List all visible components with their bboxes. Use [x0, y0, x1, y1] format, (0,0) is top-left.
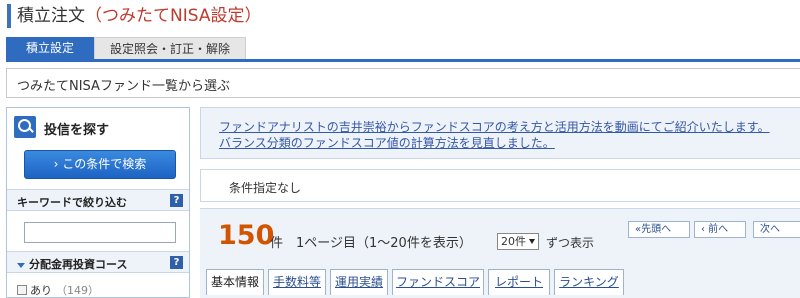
- result-count-unit: 件: [270, 236, 284, 251]
- keyword-section: キーワードで絞り込む ?: [7, 189, 189, 211]
- search-icon: [14, 116, 36, 138]
- prev-page-button[interactable]: ‹ 前へ: [694, 221, 746, 238]
- keyword-section-title: キーワードで絞り込む: [17, 196, 127, 209]
- help-icon[interactable]: ?: [170, 194, 183, 207]
- per-page-suffix: ずつ表示: [546, 236, 595, 250]
- search-with-conditions-button[interactable]: › この条件で検索: [24, 150, 176, 179]
- result-count: 150: [218, 220, 275, 251]
- tab-basic-info[interactable]: 基本情報: [206, 269, 264, 295]
- tab-ranking[interactable]: ランキング: [554, 269, 624, 295]
- title-accent-bar: [7, 4, 11, 28]
- page-title-prefix: 積立注文: [17, 6, 85, 26]
- option-label: あり: [30, 284, 52, 297]
- tab-setting[interactable]: 積立設定: [6, 37, 94, 59]
- dividend-reinvest-section[interactable]: 分配金再投資コース ?: [7, 251, 189, 273]
- page-title-suffix: （つみたてNISA設定）: [85, 6, 262, 26]
- help-icon[interactable]: ?: [170, 256, 183, 269]
- balance-score-link[interactable]: バランス分類のファンドスコア値の計算方法を見直しました。: [219, 134, 555, 151]
- fund-search-panel: 投信を探す › この条件で検索 キーワードで絞り込む ? 分配金再投資コース ?…: [6, 107, 190, 298]
- triangle-down-icon: [17, 262, 25, 268]
- dividend-option-yes[interactable]: あり （149）: [17, 282, 99, 298]
- condition-text: 条件指定なし: [229, 181, 302, 195]
- condition-box: 条件指定なし: [200, 169, 800, 202]
- page-title-text: 積立注文（つみたてNISA設定）: [17, 5, 261, 27]
- dropdown-arrow-icon: [529, 239, 535, 244]
- page-info: 1ページ目（1～20件を表示）: [296, 236, 472, 251]
- next-page-button[interactable]: 次へ: [753, 221, 800, 238]
- tab-inquiry-modify-cancel[interactable]: 設定照会・訂正・解除: [94, 37, 246, 59]
- fund-select-header: つみたてNISAファンド一覧から選ぶ: [6, 68, 800, 98]
- dividend-section-title: 分配金再投資コース: [29, 258, 128, 271]
- tab-fund-score[interactable]: ファンドスコア: [392, 269, 484, 295]
- fund-search-heading-text: 投信を探す: [44, 123, 110, 138]
- chevron-right-icon: ›: [53, 157, 63, 171]
- option-count: （149）: [56, 284, 99, 297]
- search-button-label: この条件で検索: [62, 157, 147, 171]
- per-page-select[interactable]: 20件: [497, 233, 539, 250]
- page-title: 積立注文（つみたてNISA設定）: [0, 0, 800, 33]
- fund-select-header-text: つみたてNISAファンド一覧から選ぶ: [17, 79, 230, 94]
- results-area: 150 件 1ページ目（1～20件を表示） 20件 ずつ表示 «先頭へ ‹ 前へ…: [200, 208, 800, 298]
- info-links-box: ファンドアナリストの吉井崇裕からファンドスコアの考え方と活用方法を動画にてご紹介…: [200, 107, 800, 159]
- per-page-value: 20件: [501, 235, 526, 248]
- tab-performance[interactable]: 運用実績: [330, 269, 388, 295]
- tab-fees[interactable]: 手数料等: [268, 269, 326, 295]
- tab-report[interactable]: レポート: [488, 269, 550, 295]
- video-intro-link[interactable]: ファンドアナリストの吉井崇裕からファンドスコアの考え方と活用方法を動画にてご紹介…: [219, 118, 770, 135]
- keyword-input[interactable]: [24, 222, 176, 243]
- order-tabs: 積立設定 設定照会・訂正・解除: [6, 37, 800, 62]
- checkbox[interactable]: [17, 285, 27, 295]
- first-page-button[interactable]: «先頭へ: [628, 221, 690, 238]
- fund-search-heading: 投信を探す: [7, 108, 189, 147]
